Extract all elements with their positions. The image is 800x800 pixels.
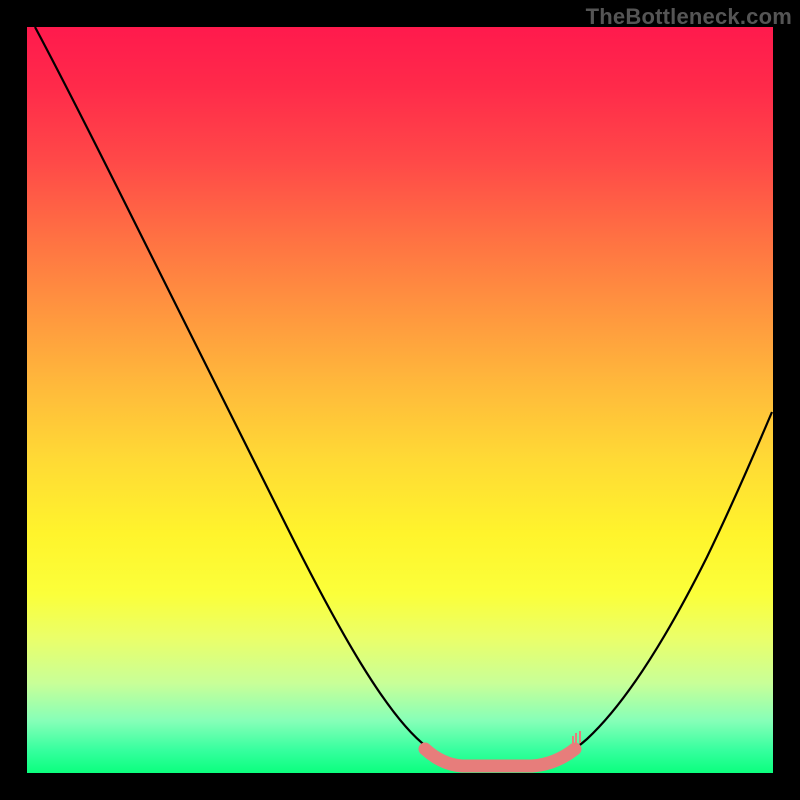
bottleneck-curve <box>35 27 772 765</box>
plot-area <box>27 27 773 773</box>
curve-svg <box>27 27 773 773</box>
chart-container: TheBottleneck.com <box>0 0 800 800</box>
watermark-text: TheBottleneck.com <box>586 4 792 30</box>
highlight-band <box>425 749 575 766</box>
